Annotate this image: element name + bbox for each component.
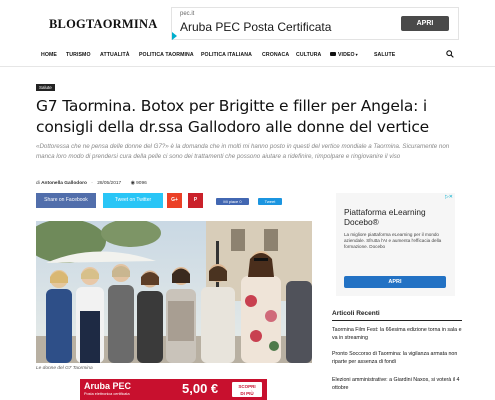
tweet-button[interactable]: Tweet [258, 198, 282, 205]
publish-date: 28/05/2017 [97, 181, 122, 186]
share-twitter-button[interactable]: Tweet on Twitter [103, 193, 163, 208]
nav-cronaca[interactable]: CRONACA [262, 52, 289, 58]
eye-icon: ◉ [130, 181, 135, 186]
bottom-ad-subtitle: Posta elettronica certificata [84, 392, 130, 396]
share-pinterest-button[interactable]: P [188, 193, 203, 208]
ad-url: pec.it [180, 11, 195, 17]
bottom-ad-cta-line2: DI PIÙ [240, 391, 254, 396]
recent-article-link[interactable]: Pronto Soccorso di Taormina: la vigilanz… [332, 351, 467, 366]
ad-title[interactable]: Aruba PEC Posta Certificata [180, 20, 331, 34]
bottom-ad-price: 5,00 € [182, 381, 219, 396]
bottom-banner-ad[interactable]: Aruba PEC Posta elettronica certificata … [80, 379, 267, 400]
meta-separator: - [91, 181, 93, 186]
nav-cultura[interactable]: CULTURA [296, 52, 321, 58]
share-facebook-label: Share on Facebook [44, 197, 88, 203]
sidebar-ad[interactable]: ▷✕ Piattaforma eLearning Docebo® La migl… [336, 193, 455, 296]
sidebar-ad-description: La migliore piattaforma eLearning per il… [344, 232, 442, 250]
nav-politica-italiana[interactable]: POLITICA ITALIANA [201, 52, 252, 58]
video-camera-icon [330, 52, 336, 56]
nav-turismo[interactable]: TURISMO [66, 52, 91, 58]
share-twitter-label: Tweet on Twitter [114, 197, 152, 203]
ad-open-button[interactable]: APRI [401, 16, 449, 31]
search-icon[interactable] [446, 50, 454, 58]
article-meta: di Antonella Gallodoro - 28/05/2017 ◉ 90… [36, 181, 147, 186]
view-count: 9096 [136, 181, 147, 186]
nav-home[interactable]: HOME [41, 52, 57, 58]
bottom-ad-cta[interactable]: SCOPRI DI PIÙ [232, 382, 262, 397]
gplus-icon: G+ [171, 197, 178, 203]
nav-video[interactable]: VIDEO▾ [330, 52, 358, 58]
page: BLOGTAORMINA pec.it Aruba PEC Posta Cert… [0, 0, 495, 400]
article-photo [36, 221, 312, 363]
recent-articles-heading: Articoli Recenti [332, 310, 380, 317]
nav-video-label: VIDEO [338, 52, 355, 58]
main-nav: HOME TURISMO ATTUALITÀ POLITICA TAORMINA… [0, 45, 495, 67]
photo-caption: Le donne del G7 Taormina [36, 366, 93, 371]
sidebar-ad-title[interactable]: Piattaforma eLearning Docebo® [344, 207, 455, 227]
recent-article-link[interactable]: Taormina Film Fest: la 66esima edizione … [332, 327, 467, 342]
share-gplus-button[interactable]: G+ [167, 193, 182, 208]
adchoices-icon[interactable] [172, 32, 177, 40]
chevron-down-icon: ▾ [355, 52, 358, 57]
adchoices-icon[interactable]: ▷✕ [445, 194, 453, 200]
article-subtitle: «Dottoressa che ne pensa delle donne del… [36, 143, 450, 160]
meta-by: di [36, 181, 40, 186]
nav-salute[interactable]: SALUTE [374, 52, 395, 58]
bottom-ad-title: Aruba PEC [84, 381, 132, 391]
article-title: G7 Taormina. Botox per Brigitte e filler… [36, 97, 430, 136]
share-facebook-button[interactable]: Share on Facebook [36, 193, 96, 208]
recent-article-link[interactable]: Elezioni amministrative: a Giardini Naxo… [332, 377, 467, 392]
nav-attualita[interactable]: ATTUALITÀ [100, 52, 130, 58]
category-badge[interactable]: Salute [36, 84, 55, 91]
nav-politica-taormina[interactable]: POLITICA TAORMINA [139, 52, 194, 58]
recent-articles-divider [332, 320, 462, 321]
top-banner-ad[interactable]: pec.it Aruba PEC Posta Certificata APRI [171, 7, 459, 40]
site-logo[interactable]: BLOGTAORMINA [49, 17, 157, 32]
bottom-ad-cta-line1: SCOPRI [238, 384, 256, 389]
facebook-like-button[interactable]: Mi piace 0 [216, 198, 249, 205]
pinterest-icon: P [193, 197, 198, 203]
author-link[interactable]: Antonella Gallodoro [41, 181, 87, 186]
sidebar-ad-open-button[interactable]: APRI [344, 276, 446, 288]
